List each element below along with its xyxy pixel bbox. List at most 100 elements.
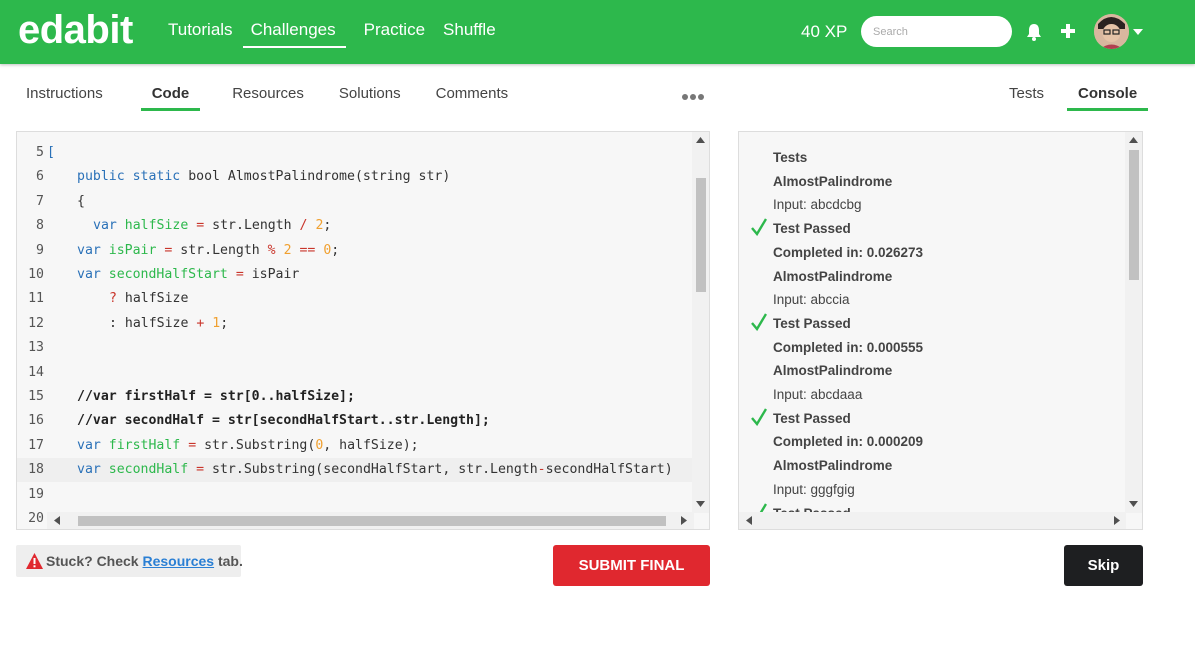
nav-challenges[interactable]: Challenges bbox=[242, 20, 346, 48]
scroll-left-arrow-icon[interactable] bbox=[54, 516, 60, 525]
plus-icon[interactable] bbox=[1059, 22, 1077, 40]
warning-icon bbox=[26, 553, 43, 569]
scroll-left-arrow-icon[interactable] bbox=[746, 516, 752, 525]
avatar[interactable] bbox=[1094, 14, 1129, 49]
more-options-icon[interactable] bbox=[682, 94, 706, 100]
nav-shuffle[interactable]: Shuffle bbox=[443, 20, 496, 46]
line-number: 13 bbox=[28, 340, 44, 356]
scroll-up-arrow-icon[interactable] bbox=[696, 137, 705, 143]
bell-icon[interactable] bbox=[1024, 22, 1044, 42]
code-line[interactable]: 13 bbox=[17, 336, 693, 360]
console-vertical-scroll-thumb[interactable] bbox=[1129, 150, 1139, 280]
line-number: 8 bbox=[36, 218, 44, 234]
scroll-down-arrow-icon[interactable] bbox=[1129, 501, 1138, 507]
tab-instructions[interactable]: Instructions bbox=[26, 85, 103, 111]
console-line: Input: abcdaaa bbox=[773, 387, 863, 402]
editor-vertical-scrollbar[interactable] bbox=[692, 132, 709, 513]
code-line[interactable]: 10 var secondHalfStart = isPair bbox=[17, 263, 693, 287]
line-number: 5 bbox=[36, 145, 44, 160]
code-line[interactable]: 8 var halfSize = str.Length / 2; bbox=[17, 214, 693, 238]
code-line[interactable]: 9 var isPair = str.Length % 2 == 0; bbox=[17, 239, 693, 263]
line-number: 20 bbox=[28, 511, 44, 526]
test-passed-text: Test Passed bbox=[773, 410, 851, 426]
chevron-down-icon[interactable] bbox=[1133, 29, 1143, 35]
skip-button[interactable]: Skip bbox=[1064, 545, 1143, 586]
console-line: AlmostPalindrome bbox=[773, 363, 893, 379]
edabit-logo[interactable]: edabit bbox=[18, 8, 133, 53]
code-text[interactable]: var isPair = str.Length % 2 == 0; bbox=[77, 239, 339, 263]
code-text[interactable]: ? halfSize bbox=[109, 287, 188, 311]
line-number: 9 bbox=[36, 242, 44, 258]
nav-practice[interactable]: Practice bbox=[364, 20, 425, 46]
code-text[interactable]: var secondHalfStart = isPair bbox=[77, 263, 299, 287]
line-number: 11 bbox=[28, 291, 44, 307]
console-line: AlmostPalindrome bbox=[773, 268, 893, 284]
line-number: 7 bbox=[36, 193, 44, 209]
code-text[interactable]: { bbox=[77, 190, 85, 214]
nav-tutorials[interactable]: Tutorials bbox=[168, 20, 233, 46]
top-navbar: edabit Tutorials Challenges Practice Shu… bbox=[0, 0, 1195, 64]
code-text[interactable]: [ bbox=[47, 141, 55, 165]
editor-vertical-scroll-thumb[interactable] bbox=[696, 178, 706, 292]
code-line[interactable]: 7{ bbox=[17, 190, 693, 214]
scroll-up-arrow-icon[interactable] bbox=[1129, 137, 1138, 143]
console-line: AlmostPalindrome bbox=[773, 458, 893, 474]
code-line[interactable]: 15 //var firstHalf = str[0..halfSize]; bbox=[17, 385, 693, 409]
line-number: 12 bbox=[28, 315, 44, 331]
line-number: 17 bbox=[28, 437, 44, 453]
line-number: 10 bbox=[28, 267, 44, 282]
console-line: Input: abccia bbox=[773, 292, 850, 308]
code-line[interactable]: 12 : halfSize + 1; bbox=[17, 312, 693, 336]
resources-link[interactable]: Resources bbox=[142, 553, 214, 569]
editor-horizontal-scroll-thumb[interactable] bbox=[78, 516, 666, 526]
line-number: 19 bbox=[28, 486, 44, 502]
line-number: 14 bbox=[28, 364, 44, 380]
code-text[interactable]: var secondHalf = str.Substring(secondHal… bbox=[77, 458, 673, 482]
scroll-right-arrow-icon[interactable] bbox=[1114, 516, 1120, 525]
editor-tabs: Instructions Code Resources Solutions Co… bbox=[26, 85, 508, 111]
checkmark-icon bbox=[751, 408, 767, 426]
main-nav: Tutorials Challenges Practice Shuffle bbox=[168, 20, 514, 48]
xp-counter[interactable]: 40 XP bbox=[801, 22, 847, 42]
console-line: AlmostPalindrome bbox=[773, 173, 893, 189]
editor-horizontal-scrollbar[interactable] bbox=[47, 512, 694, 529]
line-number: 16 bbox=[28, 413, 44, 429]
line-number: 15 bbox=[28, 389, 44, 404]
code-text[interactable]: //var secondHalf = str[secondHalfStart..… bbox=[77, 409, 490, 433]
console-line: Completed in: 0.026273 bbox=[773, 244, 924, 260]
stuck-hint: Stuck? Check Resources tab. bbox=[16, 545, 243, 577]
code-line[interactable]: 17 var firstHalf = str.Substring(0, halfS… bbox=[17, 434, 693, 458]
code-text[interactable]: var firstHalf = str.Substring(0, halfSiz… bbox=[77, 434, 419, 458]
code-editor[interactable]: 5[6 public static bool AlmostPalindrome(s… bbox=[16, 131, 710, 530]
line-number: 6 bbox=[36, 169, 44, 185]
submit-final-button[interactable]: SUBMIT FINAL bbox=[553, 545, 710, 586]
tab-comments[interactable]: Comments bbox=[436, 85, 509, 111]
tab-tests[interactable]: Tests bbox=[1009, 85, 1044, 111]
search-input[interactable] bbox=[861, 16, 1012, 47]
code-line[interactable]: 18 var secondHalf = str.Substring(secondH… bbox=[17, 458, 693, 483]
code-text[interactable]: var halfSize = str.Length / 2; bbox=[93, 214, 331, 238]
code-line[interactable]: 14 bbox=[17, 361, 693, 385]
scroll-down-arrow-icon[interactable] bbox=[696, 501, 705, 507]
code-text[interactable]: //var firstHalf = str[0..halfSize]; bbox=[77, 385, 355, 409]
code-line[interactable]: 11 ? halfSize bbox=[17, 287, 693, 311]
code-line[interactable]: 19 bbox=[17, 483, 693, 507]
code-text[interactable]: public static bool AlmostPalindrome(stri… bbox=[77, 165, 450, 189]
tab-resources[interactable]: Resources bbox=[232, 85, 304, 111]
code-line[interactable]: 16 //var secondHalf = str[secondHalfStart… bbox=[17, 409, 693, 433]
code-line[interactable]: 6 public static bool AlmostPalindrome(str… bbox=[17, 165, 693, 189]
console-line: Input: gggfgig bbox=[773, 481, 855, 497]
tab-code[interactable]: Code bbox=[140, 85, 200, 111]
code-text[interactable]: : halfSize + 1; bbox=[109, 312, 228, 336]
scroll-right-arrow-icon[interactable] bbox=[681, 516, 687, 525]
tab-solutions[interactable]: Solutions bbox=[339, 85, 401, 111]
console-horizontal-scrollbar[interactable] bbox=[739, 512, 1126, 529]
stuck-hint-text: Stuck? Check Resources tab. bbox=[46, 553, 243, 569]
tab-console[interactable]: Console bbox=[1066, 85, 1149, 111]
checkmark-icon bbox=[751, 313, 767, 331]
line-number: 18 bbox=[28, 462, 44, 478]
code-line[interactable]: 5[ bbox=[17, 141, 693, 165]
console-line: Completed in: 0.000209 bbox=[773, 434, 924, 450]
checkmark-icon bbox=[751, 218, 767, 237]
console-vertical-scrollbar[interactable] bbox=[1125, 132, 1142, 513]
